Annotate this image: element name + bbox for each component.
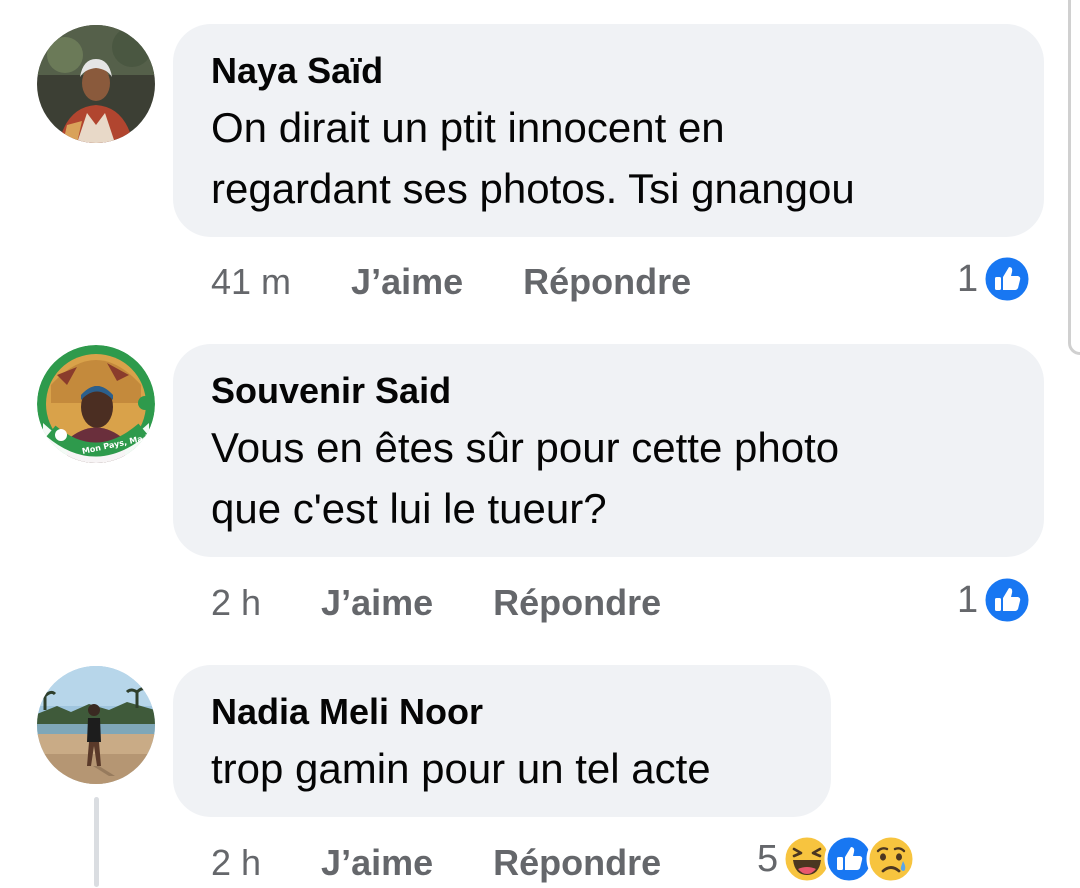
comment-text-line: que c'est lui le tueur? — [211, 485, 607, 532]
comment-time[interactable]: 2 h — [211, 582, 261, 624]
reaction-summary[interactable]: 1 — [957, 254, 1032, 304]
comment-actions: 41 m J’aime Répondre — [211, 257, 691, 307]
scrollbar-edge — [1068, 0, 1080, 355]
avatar[interactable] — [37, 25, 155, 143]
comment-text-line: regardant ses photos. Tsi gnangou — [211, 165, 855, 212]
comment-author[interactable]: Nadia Meli Noor — [211, 691, 793, 733]
comment-text-line: Vous en êtes sûr pour cette photo — [211, 424, 840, 471]
reaction-count: 1 — [957, 578, 979, 621]
reply-button[interactable]: Répondre — [523, 261, 691, 303]
comment-text: On dirait un ptit innocent en regardant … — [211, 97, 1006, 219]
comment-author[interactable]: Souvenir Said — [211, 370, 1006, 412]
sad-icon — [866, 834, 916, 884]
reply-button[interactable]: Répondre — [493, 842, 661, 884]
reaction-count: 1 — [957, 257, 979, 300]
comment-text: Vous en êtes sûr pour cette photo que c'… — [211, 417, 1006, 539]
comment-actions: 2 h J’aime Répondre — [211, 838, 661, 888]
like-button[interactable]: J’aime — [321, 842, 433, 884]
like-icon — [982, 254, 1032, 304]
comment-text-line: trop gamin pour un tel acte — [211, 745, 711, 792]
comment-time[interactable]: 2 h — [211, 842, 261, 884]
like-icon — [982, 575, 1032, 625]
comment-bubble: Souvenir Said Vous en êtes sûr pour cett… — [173, 344, 1044, 557]
avatar[interactable]: Mon Pays, Ma Patrie — [37, 345, 155, 463]
like-button[interactable]: J’aime — [351, 261, 463, 303]
avatar[interactable] — [37, 666, 155, 784]
comment-text-line: On dirait un ptit innocent en — [211, 104, 725, 151]
comment-text: trop gamin pour un tel acte — [211, 738, 793, 799]
reaction-summary[interactable]: 1 — [957, 575, 1032, 625]
reaction-count: 5 — [757, 837, 779, 880]
comment-author[interactable]: Naya Saïd — [211, 50, 1006, 92]
reply-button[interactable]: Répondre — [493, 582, 661, 624]
reply-thread-line — [94, 797, 99, 887]
comment-bubble: Naya Saïd On dirait un ptit innocent en … — [173, 24, 1044, 237]
comment-bubble: Nadia Meli Noor trop gamin pour un tel a… — [173, 665, 831, 817]
comment-actions: 2 h J’aime Répondre — [211, 578, 661, 628]
comment-time[interactable]: 41 m — [211, 261, 291, 303]
like-button[interactable]: J’aime — [321, 582, 433, 624]
reaction-summary[interactable]: 5 — [757, 834, 916, 884]
